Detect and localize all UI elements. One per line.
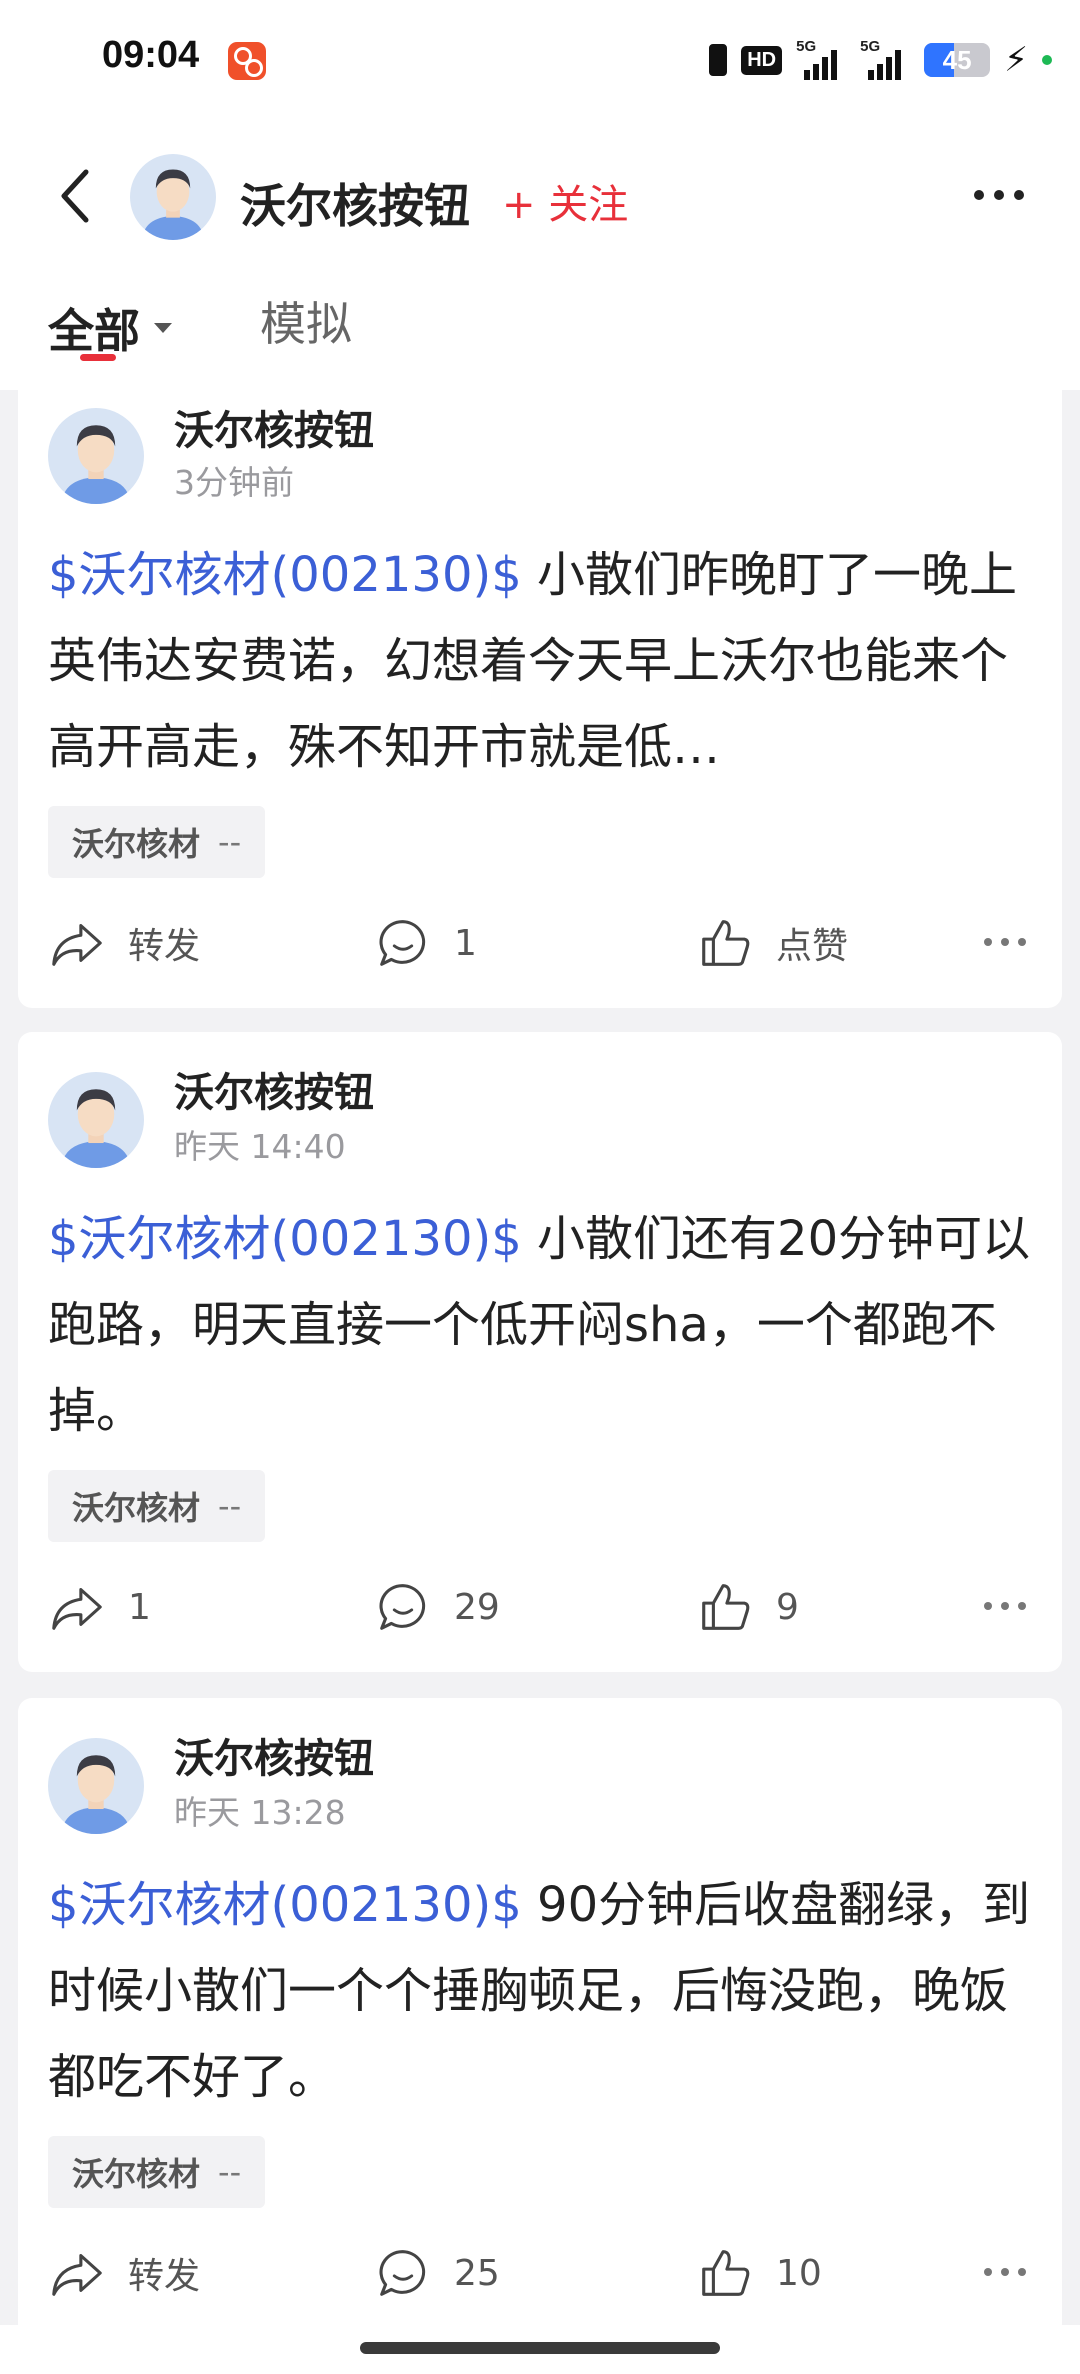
share-arrow-icon (52, 924, 102, 966)
post-author[interactable]: 沃尔核按钮 (174, 1726, 374, 1784)
back-chevron-icon[interactable] (48, 166, 108, 226)
more-dots-icon[interactable] (974, 190, 1024, 200)
privacy-dot-icon (1042, 55, 1052, 65)
post-actions: 1 29 9 (18, 1572, 1062, 1642)
post-card[interactable]: 沃尔核按钮 昨天 13:28 $沃尔核材(002130)$ 90分钟后收盘翻绿，… (18, 1698, 1062, 2338)
share-arrow-icon (52, 2254, 102, 2296)
more-dots-icon[interactable] (984, 1602, 1026, 1610)
share-arrow-icon (52, 1588, 102, 1630)
repost-button[interactable]: 转发 (48, 908, 200, 978)
post-content[interactable]: $沃尔核材(002130)$ 90分钟后收盘翻绿，到时候小散们一个个捶胸顿足，后… (48, 1862, 1038, 2120)
hd-icon: HD (741, 45, 783, 75)
notification-app-icon (228, 42, 266, 80)
comment-button[interactable]: 29 (374, 1572, 500, 1642)
tab-all-label: 全部 (48, 304, 140, 358)
avatar[interactable] (48, 1738, 144, 1834)
avatar[interactable] (48, 408, 144, 504)
post-content[interactable]: $沃尔核材(002130)$ 小散们还有20分钟可以跑路，明天直接一个低开闷sh… (48, 1196, 1038, 1454)
post-time: 昨天 13:28 (174, 1793, 346, 1832)
like-button[interactable]: 点赞 (696, 908, 848, 978)
stock-link[interactable]: $沃尔核材(002130)$ (48, 1877, 522, 1933)
post-actions: 转发 25 10 (18, 2238, 1062, 2308)
home-indicator[interactable] (360, 2342, 720, 2354)
post-card[interactable]: 沃尔核按钮 昨天 14:40 $沃尔核材(002130)$ 小散们还有20分钟可… (18, 1032, 1062, 1672)
post-actions: 转发 1 点赞 (18, 908, 1062, 978)
charging-icon: ⚡ (1004, 40, 1028, 80)
caret-down-icon (154, 323, 172, 333)
tab-bar: 全部 模拟 (48, 288, 352, 368)
tab-simulated[interactable]: 模拟 (260, 288, 352, 368)
more-dots-icon[interactable] (984, 2268, 1026, 2276)
stock-tag-change: -- (218, 823, 242, 861)
more-dots-icon[interactable] (984, 938, 1026, 946)
comment-bubble-icon (379, 2250, 426, 2296)
post-time: 昨天 14:40 (174, 1127, 346, 1166)
post-card[interactable]: 沃尔核按钮 3分钟前 $沃尔核材(002130)$ 小散们昨晚盯了一晚上英伟达安… (18, 390, 1062, 1008)
thumbs-up-icon (702, 920, 750, 966)
vibrate-icon (709, 44, 728, 76)
status-time: 09:04 (102, 34, 200, 76)
thumbs-up-icon (702, 2250, 750, 2296)
stock-tag-change: -- (218, 2153, 242, 2191)
stock-link[interactable]: $沃尔核材(002130)$ (48, 547, 522, 603)
stock-tag-change: -- (218, 1487, 242, 1525)
status-bar: 09:04 HD 5G 5G 45 ⚡ (0, 0, 1080, 120)
stock-tag[interactable]: 沃尔核材 -- (48, 1470, 266, 1542)
tab-active-indicator (80, 354, 116, 361)
status-icons: HD 5G 5G 45 ⚡ (709, 36, 1052, 84)
avatar[interactable] (48, 1072, 144, 1168)
follow-button[interactable]: + 关注 (502, 172, 628, 230)
signal-icon-2: 5G (860, 38, 910, 80)
tab-all[interactable]: 全部 (48, 288, 172, 368)
stock-tag[interactable]: 沃尔核材 -- (48, 806, 266, 878)
repost-button[interactable]: 转发 (48, 2238, 200, 2308)
like-button[interactable]: 9 (696, 1572, 799, 1642)
post-time: 3分钟前 (174, 463, 294, 502)
comment-bubble-icon (379, 920, 426, 966)
page-title: 沃尔核按钮 (240, 179, 470, 233)
repost-button[interactable]: 1 (48, 1572, 151, 1642)
like-button[interactable]: 10 (696, 2238, 822, 2308)
profile-header: 沃尔核按钮 + 关注 全部 模拟 (0, 120, 1080, 390)
thumbs-up-icon (702, 1584, 750, 1630)
avatar[interactable] (130, 154, 216, 240)
battery-icon: 45 (924, 43, 991, 77)
stock-tag-name: 沃尔核材 (72, 825, 201, 863)
signal-icon-1: 5G (796, 38, 846, 80)
stock-tag-name: 沃尔核材 (72, 2155, 201, 2193)
comment-button[interactable]: 25 (374, 2238, 500, 2308)
post-content[interactable]: $沃尔核材(002130)$ 小散们昨晚盯了一晚上英伟达安费诺，幻想着今天早上沃… (48, 532, 1038, 790)
comment-button[interactable]: 1 (374, 908, 477, 978)
post-author[interactable]: 沃尔核按钮 (174, 1060, 374, 1118)
stock-tag-name: 沃尔核材 (72, 1489, 201, 1527)
stock-link[interactable]: $沃尔核材(002130)$ (48, 1211, 522, 1267)
stock-tag[interactable]: 沃尔核材 -- (48, 2136, 266, 2208)
comment-bubble-icon (379, 1584, 426, 1630)
post-author[interactable]: 沃尔核按钮 (174, 398, 374, 456)
